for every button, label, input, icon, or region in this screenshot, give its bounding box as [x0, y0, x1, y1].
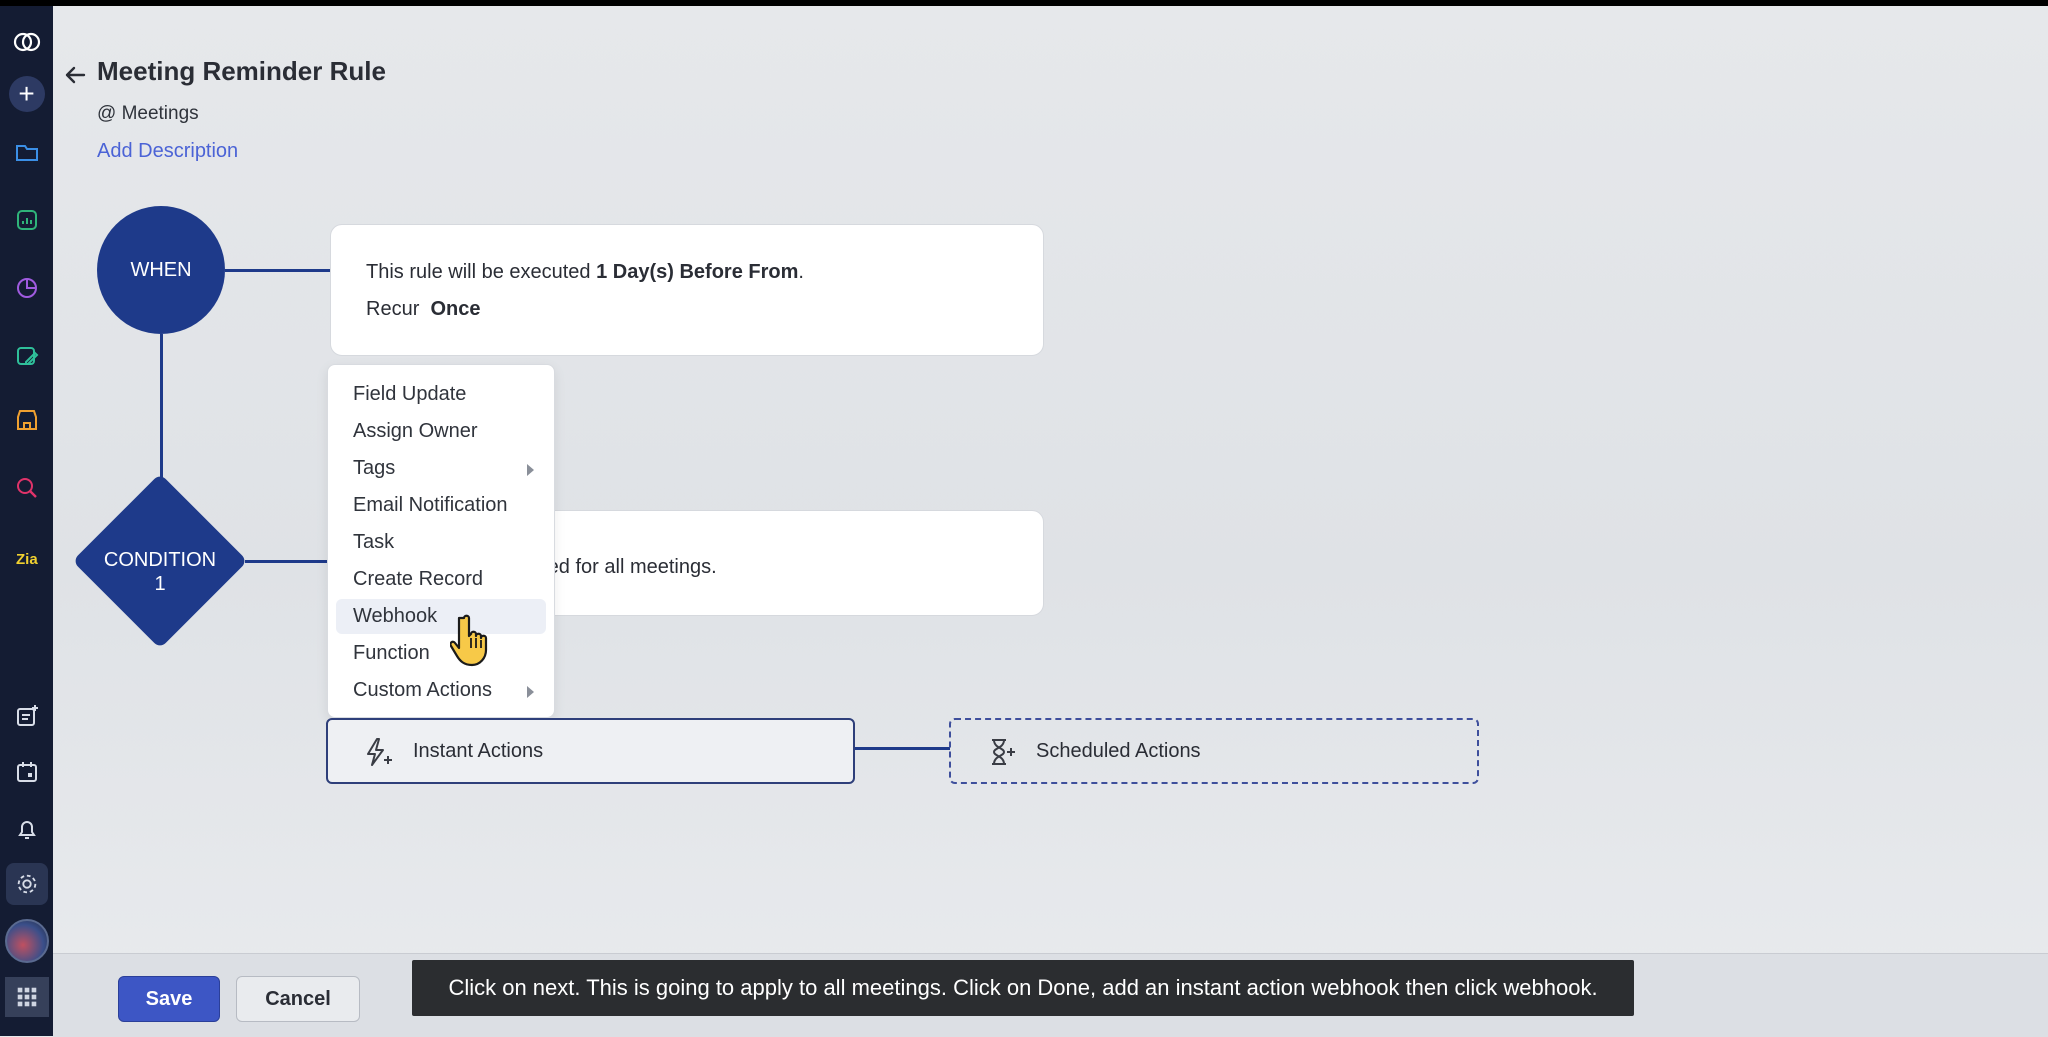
folder-icon[interactable] — [0, 130, 53, 174]
sidebar: + Zia — [0, 6, 53, 1036]
hourglass-plus-icon — [992, 739, 1015, 765]
module-label: @ Meetings — [97, 103, 199, 124]
back-arrow-icon[interactable] — [62, 62, 88, 88]
submenu-caret-icon — [527, 686, 534, 698]
svg-text:Zia: Zia — [16, 551, 38, 568]
marketplace-icon[interactable] — [0, 398, 53, 442]
zia-icon[interactable]: Zia — [0, 536, 53, 580]
execution-text: This rule will be executed 1 Day(s) Befo… — [366, 261, 804, 283]
menu-item-custom-actions[interactable]: Custom Actions — [336, 673, 546, 708]
search-zoom-icon[interactable] — [0, 466, 53, 510]
condition-connector — [245, 560, 330, 563]
menu-item-email-notification[interactable]: Email Notification — [336, 488, 546, 523]
cancel-button[interactable]: Cancel — [236, 976, 360, 1022]
actions-connector — [855, 747, 950, 750]
analytics-icon[interactable] — [0, 198, 53, 242]
zoho-logo-icon[interactable] — [0, 20, 53, 64]
recur-text: Recur Once — [366, 298, 481, 320]
menu-item-task[interactable]: Task — [336, 525, 546, 560]
menu-item-field-update[interactable]: Field Update — [336, 377, 546, 412]
condition-label: CONDITION 1 — [103, 549, 217, 595]
scheduled-actions-label: Scheduled Actions — [1036, 740, 1201, 762]
vertical-connector — [160, 334, 163, 484]
apps-grid-button[interactable] — [0, 975, 53, 1019]
note-add-icon[interactable] — [0, 694, 53, 738]
save-button[interactable]: Save — [118, 976, 220, 1022]
menu-item-create-record[interactable]: Create Record — [336, 562, 546, 597]
top-black-bar — [0, 0, 2048, 6]
calendar-icon[interactable] — [0, 750, 53, 794]
pie-chart-icon[interactable] — [0, 266, 53, 310]
avatar[interactable] — [0, 919, 53, 963]
menu-item-webhook[interactable]: Webhook — [336, 599, 546, 634]
scheduled-actions-button[interactable]: Scheduled Actions — [949, 718, 1479, 784]
instant-actions-button[interactable]: Instant Actions — [326, 718, 855, 784]
instant-actions-menu: Field Update Assign Owner Tags Email Not… — [327, 364, 555, 718]
when-connector — [225, 269, 330, 272]
calendar-edit-icon[interactable] — [0, 334, 53, 378]
plus-icon: + — [8, 76, 45, 112]
menu-item-assign-owner[interactable]: Assign Owner — [336, 414, 546, 449]
submenu-caret-icon — [527, 464, 534, 476]
when-card[interactable]: This rule will be executed 1 Day(s) Befo… — [330, 224, 1044, 356]
gear-icon — [5, 863, 48, 905]
menu-item-function[interactable]: Function — [336, 636, 546, 671]
add-description-link[interactable]: Add Description — [97, 140, 238, 163]
when-node[interactable]: WHEN — [97, 206, 225, 334]
apps-grid-icon — [4, 977, 49, 1017]
bell-icon[interactable] — [0, 808, 53, 852]
instant-actions-label: Instant Actions — [413, 740, 544, 762]
create-button[interactable]: + — [0, 72, 53, 116]
when-label: WHEN — [130, 258, 192, 281]
page-title: Meeting Reminder Rule — [97, 56, 386, 86]
video-caption: Click on next. This is going to apply to… — [412, 960, 1634, 1016]
settings-button[interactable] — [0, 862, 53, 906]
menu-item-tags[interactable]: Tags — [336, 451, 546, 486]
condition-text: uted for all meetings. — [531, 556, 717, 578]
lightning-plus-icon — [367, 738, 392, 766]
hand-cursor-icon — [450, 614, 488, 667]
